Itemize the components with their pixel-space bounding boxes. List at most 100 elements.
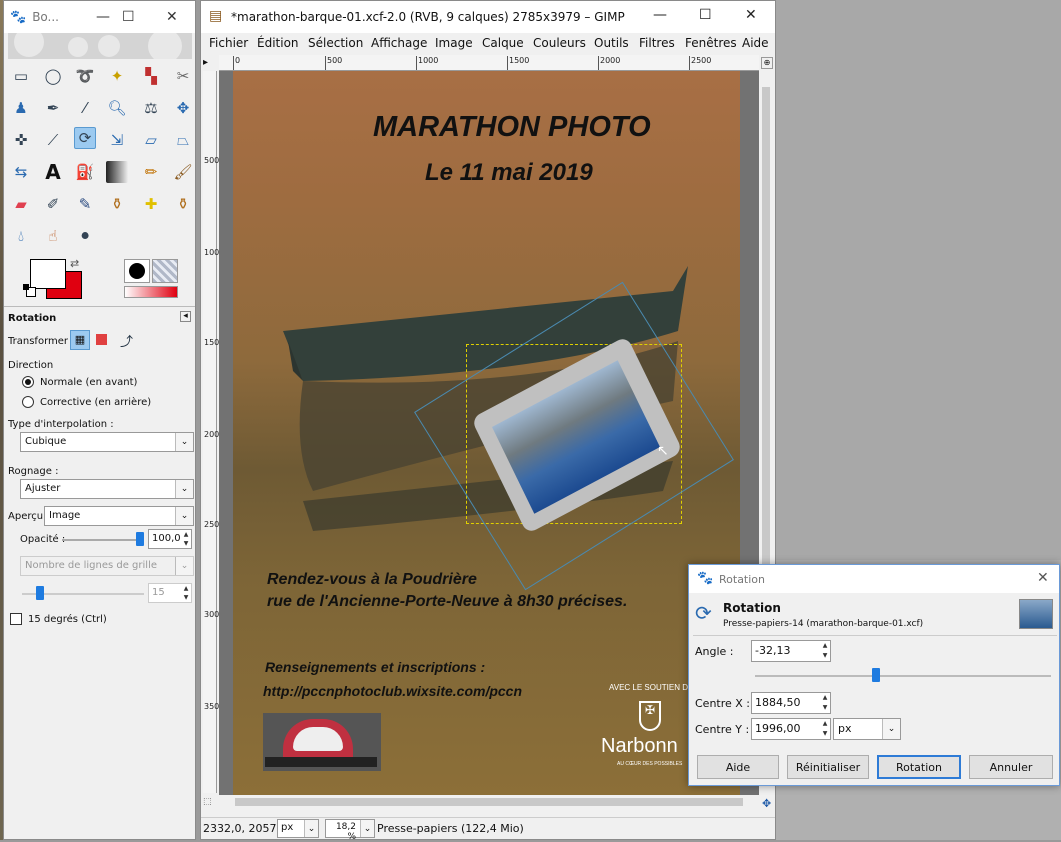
default-colors-icon[interactable] bbox=[23, 284, 36, 297]
clipping-select[interactable]: Ajuster ⌄ bbox=[20, 479, 194, 499]
zoom-icon[interactable]: 🔍︎ bbox=[106, 97, 128, 119]
clone-icon[interactable]: ⚱ bbox=[106, 193, 128, 215]
opacity-spin[interactable]: 100,0 ▲ ▼ bbox=[148, 529, 192, 549]
zoom-on-resize-icon[interactable]: ⊕ bbox=[761, 57, 773, 69]
quick-mask-icon[interactable]: ▸ bbox=[203, 57, 208, 68]
gradient-icon[interactable] bbox=[106, 161, 128, 183]
zoom-select[interactable]: 18,2 % ⌄ bbox=[325, 819, 375, 842]
wilber-drop-area[interactable] bbox=[8, 33, 192, 59]
layer-thumbnail bbox=[1019, 599, 1053, 629]
transform-path-icon[interactable]: ⤴ bbox=[120, 331, 133, 350]
pattern-preview[interactable] bbox=[152, 259, 178, 283]
opacity-slider[interactable] bbox=[62, 539, 144, 541]
cursor-icon: ↖ bbox=[657, 443, 669, 459]
angle-input[interactable]: -32,13 ▲ ▼ bbox=[751, 640, 831, 662]
panel-menu-icon[interactable]: ◂ bbox=[180, 311, 191, 322]
color-picker-icon[interactable]: ⁄ bbox=[74, 97, 96, 119]
scissors-icon[interactable]: ✂ bbox=[172, 65, 194, 87]
rotate-button[interactable]: Rotation bbox=[877, 755, 961, 779]
fuzzy-select-icon[interactable]: ✦ bbox=[106, 65, 128, 87]
angle-slider[interactable] bbox=[755, 675, 1051, 677]
menu-fenetres[interactable]: Fenêtres bbox=[685, 36, 737, 50]
cancel-button[interactable]: Annuler bbox=[969, 755, 1053, 779]
menu-filtres[interactable]: Filtres bbox=[639, 36, 675, 50]
transform-selection-icon[interactable] bbox=[96, 334, 107, 345]
paths-icon[interactable]: ✒ bbox=[42, 97, 64, 119]
scale-icon[interactable]: ⇲ bbox=[106, 129, 128, 151]
menu-couleurs[interactable]: Couleurs bbox=[533, 36, 586, 50]
close-icon[interactable]: ✕ bbox=[745, 7, 757, 23]
measure-icon[interactable]: ⚖ bbox=[140, 97, 162, 119]
menu-aide[interactable]: Aide bbox=[742, 36, 769, 50]
perspective-icon[interactable]: ⏢ bbox=[172, 129, 194, 151]
menu-selection[interactable]: Sélection bbox=[308, 36, 363, 50]
direction-corrective-radio[interactable] bbox=[22, 396, 34, 408]
paintbrush-icon[interactable]: 🖌︎ bbox=[172, 161, 194, 183]
direction-label: Direction bbox=[8, 360, 54, 371]
maximize-icon[interactable]: ☐ bbox=[699, 7, 712, 23]
heal-icon[interactable]: ✚ bbox=[140, 193, 162, 215]
navigate-icon[interactable]: ⬚ bbox=[203, 797, 212, 807]
menu-affichage[interactable]: Affichage bbox=[371, 36, 427, 50]
rect-select-icon[interactable]: ▭ bbox=[10, 65, 32, 87]
preview-select[interactable]: Image ⌄ bbox=[44, 506, 194, 526]
horizontal-scrollbar[interactable] bbox=[219, 795, 759, 809]
scroll-thumb[interactable] bbox=[235, 798, 743, 806]
angle-slider-thumb[interactable] bbox=[872, 668, 881, 682]
help-button[interactable]: Aide bbox=[697, 755, 779, 779]
lasso-icon[interactable]: ➰ bbox=[74, 65, 96, 87]
swap-colors-icon[interactable]: ⇄ bbox=[70, 257, 79, 270]
guides-select[interactable]: Nombre de lignes de grille ⌄ bbox=[20, 556, 194, 576]
snap-15-label: 15 degrés (Ctrl) bbox=[28, 614, 107, 625]
unit-select[interactable]: px ⌄ bbox=[833, 718, 901, 740]
flip-icon[interactable]: ⇆ bbox=[10, 161, 32, 183]
navigate-cross-icon[interactable]: ✥ bbox=[762, 797, 771, 810]
ellipse-select-icon[interactable]: ◯ bbox=[42, 65, 64, 87]
snap-15-checkbox[interactable] bbox=[10, 613, 22, 625]
guides-count-spin[interactable]: 15 ▲ ▼ bbox=[148, 583, 192, 603]
transform-layer-icon[interactable]: ▦ bbox=[70, 330, 90, 350]
brush-preview[interactable] bbox=[124, 259, 150, 283]
guides-slider-thumb[interactable] bbox=[36, 586, 44, 600]
ink-icon[interactable]: ✎ bbox=[74, 193, 96, 215]
close-icon[interactable]: ✕ bbox=[166, 9, 178, 25]
reset-button[interactable]: Réinitialiser bbox=[787, 755, 869, 779]
direction-normal-radio[interactable] bbox=[22, 376, 34, 388]
bucket-fill-icon[interactable]: ⛽ bbox=[74, 161, 96, 183]
smudge-icon[interactable]: ☝ bbox=[42, 225, 64, 247]
unit-select[interactable]: px ⌄ bbox=[277, 819, 319, 838]
image-canvas[interactable]: MARATHON PHOTO Le 11 mai 2019 ↖ Rendez-v… bbox=[219, 71, 759, 795]
align-icon[interactable]: ✜ bbox=[10, 129, 32, 151]
close-icon[interactable]: ✕ bbox=[1037, 570, 1049, 586]
menu-fichier[interactable]: Fichier bbox=[209, 36, 248, 50]
crop-icon[interactable]: ⟋ bbox=[42, 129, 64, 151]
center-x-input[interactable]: 1884,50 ▲ ▼ bbox=[751, 692, 831, 714]
gradient-preview[interactable] bbox=[124, 286, 178, 298]
center-y-input[interactable]: 1996,00 ▲ ▼ bbox=[751, 718, 831, 740]
airbrush-icon[interactable]: ✐ bbox=[42, 193, 64, 215]
rotate-tool-icon[interactable]: ⟳ bbox=[74, 127, 96, 149]
menu-image[interactable]: Image bbox=[435, 36, 473, 50]
text-tool-icon[interactable]: A bbox=[42, 160, 64, 184]
status-coords: 2332,0, 2057,0 bbox=[203, 822, 287, 835]
dialog-title: Rotation bbox=[719, 573, 766, 586]
move-icon[interactable]: ✥ bbox=[172, 97, 194, 119]
eraser-icon[interactable]: ▰ bbox=[10, 193, 32, 215]
color-select-icon[interactable]: ▚ bbox=[140, 65, 162, 87]
minimize-icon[interactable]: — bbox=[96, 9, 110, 25]
shear-icon[interactable]: ▱ bbox=[140, 129, 162, 151]
foreground-color-swatch[interactable] bbox=[30, 259, 66, 289]
menu-outils[interactable]: Outils bbox=[594, 36, 629, 50]
interpolation-select[interactable]: Cubique ⌄ bbox=[20, 432, 194, 452]
perspective-clone-icon[interactable]: ⚱ bbox=[172, 193, 194, 215]
foreground-select-icon[interactable]: ♟ bbox=[10, 97, 32, 119]
menu-edition[interactable]: Édition bbox=[257, 36, 299, 50]
minimize-icon[interactable]: — bbox=[653, 7, 667, 23]
poster-info-1: Renseignements et inscriptions : bbox=[265, 659, 486, 675]
blur-icon[interactable]: 💧︎ bbox=[10, 225, 32, 247]
pencil-icon[interactable]: ✏ bbox=[140, 161, 162, 183]
opacity-slider-thumb[interactable] bbox=[136, 532, 144, 546]
dodge-burn-icon[interactable]: ⚫ bbox=[74, 225, 96, 247]
maximize-icon[interactable]: ☐ bbox=[122, 9, 135, 25]
menu-calque[interactable]: Calque bbox=[482, 36, 524, 50]
